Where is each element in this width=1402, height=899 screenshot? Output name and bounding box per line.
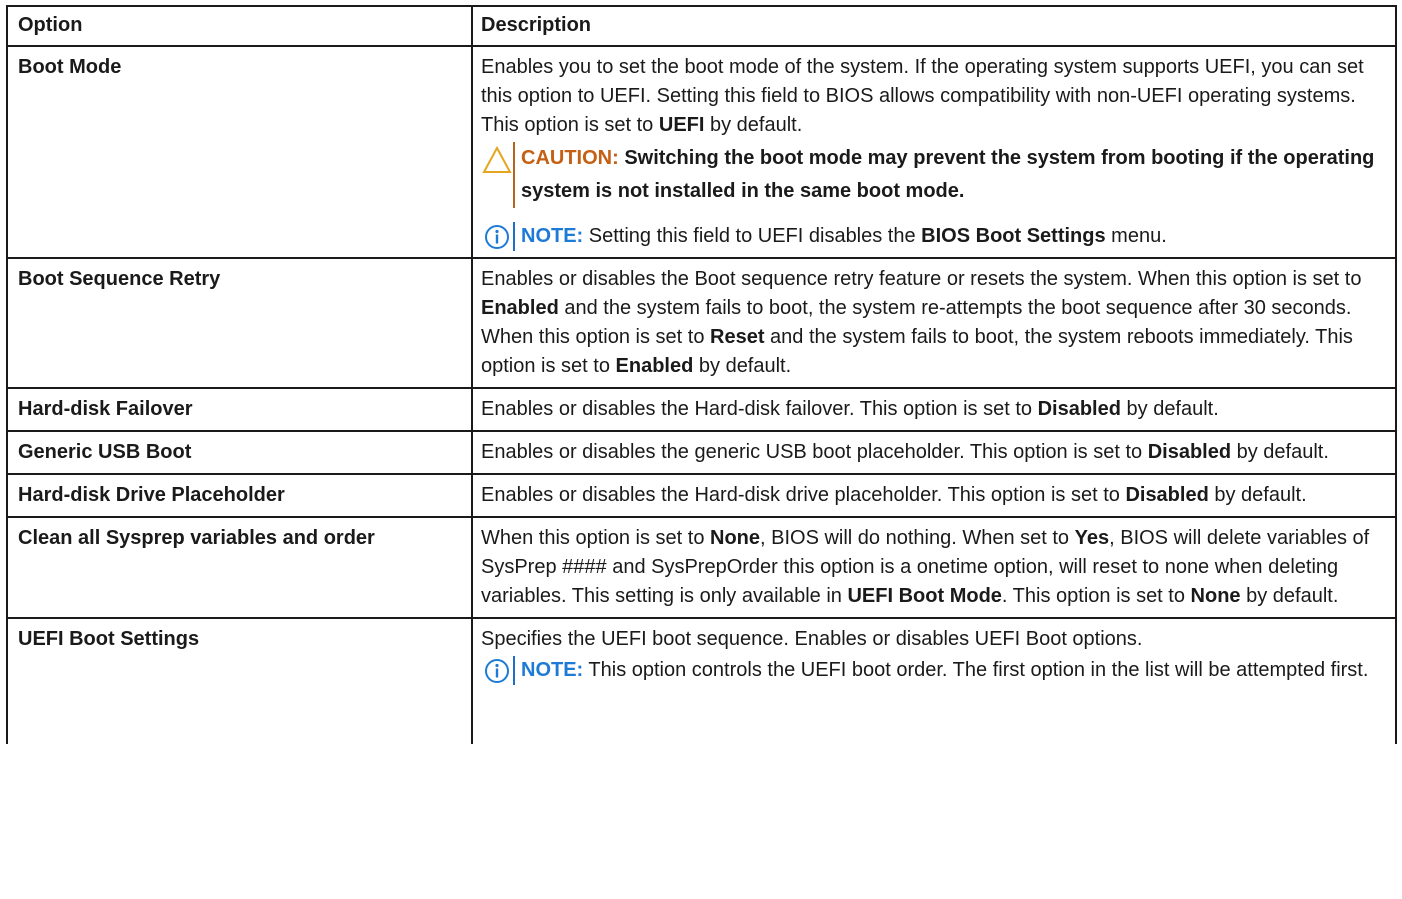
header-description: Description [481,14,592,36]
table-row: UEFI Boot Settings Specifies the UEFI bo… [8,619,1395,744]
caution-label: CAUTION: [521,147,619,169]
table-row: Boot Sequence Retry Enables or disables … [8,259,1395,389]
option-name: Boot Mode [8,47,473,257]
option-name: Generic USB Boot [8,432,473,473]
option-name: Boot Sequence Retry [8,259,473,387]
table-row: Hard-disk Failover Enables or disables t… [8,389,1395,432]
option-description: Enables or disables the Boot sequence re… [481,268,1362,377]
warning-triangle-icon [482,146,512,173]
option-name: UEFI Boot Settings [8,619,473,744]
info-circle-icon [485,659,509,683]
option-description: Enables or disables the Hard-disk drive … [481,484,1307,506]
table-header-row: Option Description [8,7,1395,47]
options-table: Option Description Boot Mode Enables you… [6,5,1397,744]
table-row: Generic USB Boot Enables or disables the… [8,432,1395,475]
option-name: Hard-disk Failover [8,389,473,430]
caution-text: Switching the boot mode may prevent the … [521,147,1375,202]
description-text: Enables you to set the boot mode of the … [481,56,1364,136]
option-description: Enables or disables the generic USB boot… [481,441,1329,463]
caution-notice: CAUTION: Switching the boot mode may pre… [481,142,1387,208]
table-row: Clean all Sysprep variables and order Wh… [8,518,1395,619]
table-row: Hard-disk Drive Placeholder Enables or d… [8,475,1395,518]
option-description: When this option is set to None, BIOS wi… [481,527,1370,607]
table-row: Boot Mode Enables you to set the boot mo… [8,47,1395,259]
note-notice: NOTE: This option controls the UEFI boot… [481,656,1387,685]
option-name: Hard-disk Drive Placeholder [8,475,473,516]
option-description: Enables or disables the Hard-disk failov… [481,398,1219,420]
note-label: NOTE: [521,225,584,247]
header-option: Option [8,7,473,45]
option-description: Enables you to set the boot mode of the … [473,47,1395,257]
info-circle-icon [485,225,509,249]
note-notice: NOTE: Setting this field to UEFI disable… [481,222,1387,251]
description-text: Specifies the UEFI boot sequence. Enable… [481,628,1143,650]
note-label: NOTE: [521,659,584,681]
option-name: Clean all Sysprep variables and order [8,518,473,617]
option-description: Specifies the UEFI boot sequence. Enable… [473,619,1395,744]
